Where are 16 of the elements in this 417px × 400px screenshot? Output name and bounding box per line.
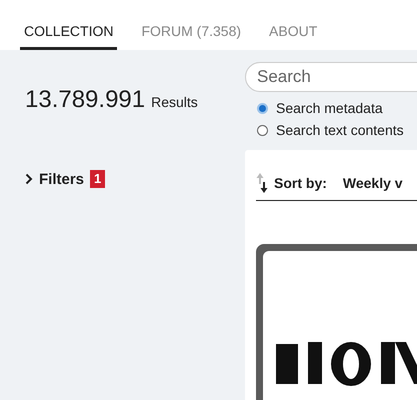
results-count: 13.789.991 [25, 86, 146, 114]
filter-count-badge: 1 [90, 170, 106, 188]
radio-label[interactable]: Search text contents [276, 122, 404, 138]
radio-button[interactable] [257, 102, 268, 114]
search-field[interactable]: Search [245, 62, 417, 92]
nav-tab[interactable]: COLLECTION [20, 23, 118, 50]
filters-toggle[interactable]: Filters [39, 170, 84, 188]
results-label: Results [151, 94, 198, 110]
radio-button[interactable] [257, 124, 268, 136]
nav-tab[interactable]: ABOUT [265, 23, 322, 50]
chevron-icon[interactable] [25, 173, 33, 185]
sort-icon[interactable] [256, 172, 268, 194]
sort-dropdown[interactable]: Weekly v [342, 175, 403, 191]
sort-label: Sort by: [274, 175, 327, 191]
radio-label[interactable]: Search metadata [276, 100, 383, 116]
nav-tab[interactable]: FORUM (7.358) [137, 23, 246, 50]
